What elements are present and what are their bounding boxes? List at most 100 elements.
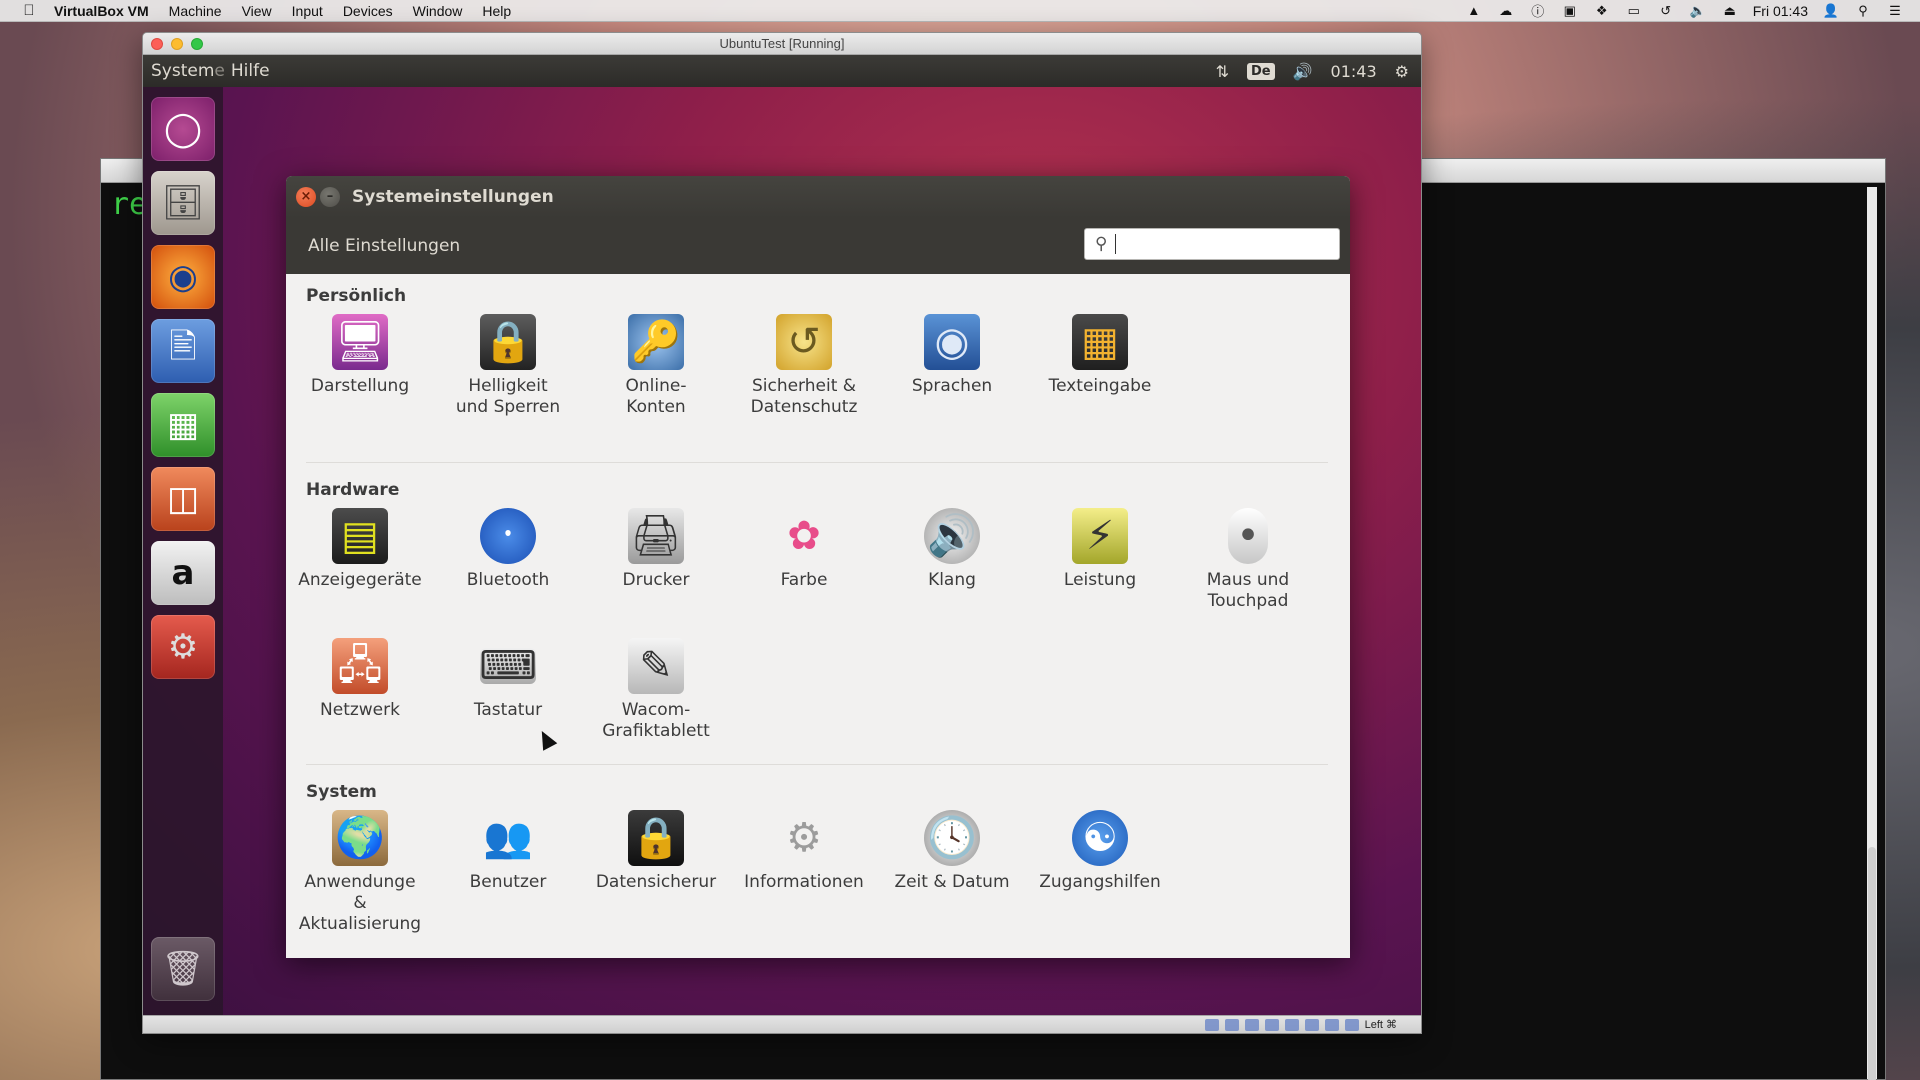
network-icon: 🖧 [332, 638, 388, 694]
firefox-icon[interactable]: ◉ [151, 245, 215, 309]
displays-icon: ▤ [332, 508, 388, 564]
settings-item-anwendungen[interactable]: 🌍 Anwendunge & Aktualisierung [286, 810, 434, 935]
settings-item-sprachen[interactable]: ◉ Sprachen [878, 314, 1026, 397]
settings-item-bluetooth[interactable]: ᛫ Bluetooth [434, 508, 582, 591]
settings-item-label: Online- Konten [625, 376, 687, 417]
screenshot-icon[interactable]: ▣ [1561, 3, 1579, 19]
hdd-status-icon[interactable] [1204, 1018, 1219, 1031]
apple-icon[interactable]:  [18, 2, 40, 19]
notification-center-icon[interactable]: ☰ [1886, 3, 1904, 19]
files-icon[interactable]: 🗄 [151, 171, 215, 235]
spotlight-search-icon[interactable]: ⚲ [1854, 3, 1872, 19]
cloud-icon[interactable]: ☁ [1497, 3, 1515, 19]
settings-item-zeit-datum[interactable]: 🕓 Zeit & Datum [878, 810, 1026, 893]
capture-status-icon[interactable] [1344, 1018, 1359, 1031]
user-icon[interactable]: 👤 [1822, 3, 1840, 19]
audio-status-icon[interactable] [1244, 1018, 1259, 1031]
section-title-system: System [306, 782, 377, 802]
settings-minimize-button[interactable]: – [320, 187, 340, 207]
settings-item-texteingabe[interactable]: ▦ Texteingabe [1026, 314, 1174, 397]
section-title-hardware: Hardware [306, 480, 400, 500]
settings-item-label: Zugangshilfen [1039, 872, 1161, 892]
settings-item-zugangshilfen[interactable]: ☯ Zugangshilfen [1026, 810, 1174, 893]
settings-item-online-konten[interactable]: 🔑 Online- Konten [582, 314, 730, 418]
network-updown-icon[interactable]: ⇅ [1216, 62, 1229, 81]
settings-item-drucker[interactable]: 🖨 Drucker [582, 508, 730, 591]
settings-search-input[interactable] [1115, 234, 1316, 254]
details-gear-icon: ⚙ [786, 814, 822, 861]
keyboard-layout-indicator[interactable]: De [1247, 62, 1275, 80]
panel-app-title[interactable]: Systeme [151, 61, 225, 81]
settings-item-benutzer[interactable]: 👥 Benutzer [434, 810, 582, 893]
zoom-window-button[interactable] [191, 38, 203, 50]
settings-item-datensicherung[interactable]: 🔒 Datensicherur [582, 810, 730, 893]
software-updates-icon: 🌍 [332, 810, 388, 866]
settings-item-netzwerk[interactable]: 🖧 Netzwerk [286, 638, 434, 721]
terminal-scrollbar[interactable] [1867, 187, 1877, 1080]
display-status-icon[interactable] [1324, 1018, 1339, 1031]
amazon-icon[interactable]: a [151, 541, 215, 605]
settings-item-tastatur[interactable]: ⌨ Tastatur [434, 638, 582, 721]
settings-item-label: Netzwerk [320, 700, 400, 720]
panel-menu-help[interactable]: Hilfe [231, 61, 270, 81]
close-window-button[interactable] [151, 38, 163, 50]
trash-icon[interactable]: 🗑 [151, 937, 215, 1001]
sound-indicator-icon[interactable]: 🔊 [1293, 62, 1313, 81]
settings-item-sicherheit[interactable]: ↺ Sicherheit & Datenschutz [730, 314, 878, 418]
settings-item-darstellung[interactable]: 🖥 Darstellung [286, 314, 434, 397]
shared-folders-status-icon[interactable] [1304, 1018, 1319, 1031]
settings-search-box[interactable]: ⚲ [1084, 228, 1340, 260]
drive-icon[interactable]: ▲ [1465, 3, 1483, 18]
session-gear-icon[interactable]: ⚙ [1395, 62, 1409, 81]
terminal-scroll-thumb[interactable] [1868, 847, 1876, 1080]
dropbox-icon[interactable]: ❖ [1593, 3, 1611, 19]
menu-input[interactable]: Input [292, 3, 323, 19]
settings-item-label: Farbe [780, 570, 828, 590]
airplay-icon[interactable]: ▭ [1625, 3, 1643, 19]
writer-icon[interactable]: 🖹 [151, 319, 215, 383]
impress-icon[interactable]: ◫ [151, 467, 215, 531]
eject-icon[interactable]: ⏏ [1721, 3, 1739, 19]
network-status-icon[interactable] [1264, 1018, 1279, 1031]
menu-window[interactable]: Window [413, 3, 463, 19]
menu-view[interactable]: View [242, 3, 272, 19]
calc-icon[interactable]: ▦ [151, 393, 215, 457]
settings-item-label: Klang [928, 570, 976, 590]
mouse-icon: • [1228, 508, 1268, 564]
bluetooth-icon: ᛫ [480, 508, 536, 564]
info-icon[interactable]: ⓘ [1529, 1, 1547, 20]
usb-status-icon[interactable] [1284, 1018, 1299, 1031]
ubuntu-dash-icon[interactable]: ◯ [151, 97, 215, 161]
menubar-clock[interactable]: Fri 01:43 [1753, 3, 1808, 19]
menu-devices[interactable]: Devices [343, 3, 393, 19]
settings-item-wacom[interactable]: ✎ Wacom- Grafiktablett [582, 638, 730, 742]
settings-item-anzeigegeraete[interactable]: ▤ Anzeigegeräte [286, 508, 434, 591]
settings-item-label: Helligkeit und Sperren [455, 376, 561, 417]
settings-item-klang[interactable]: 🔊 Klang [878, 508, 1026, 591]
panel-app-title-text: System [151, 61, 215, 81]
vbox-titlebar[interactable]: UbuntuTest [Running] [143, 33, 1421, 55]
volume-icon[interactable]: 🔈 [1689, 3, 1707, 19]
settings-item-maus[interactable]: • Maus und Touchpad [1174, 508, 1322, 612]
settings-item-informationen[interactable]: ⚙ Informationen [730, 810, 878, 893]
settings-item-leistung[interactable]: ⚡ Leistung [1026, 508, 1174, 591]
settings-item-helligkeit[interactable]: 🔒 Helligkeit und Sperren [434, 314, 582, 418]
settings-item-label: Texteingabe [1048, 376, 1152, 396]
menu-help[interactable]: Help [482, 3, 511, 19]
minimize-window-button[interactable] [171, 38, 183, 50]
settings-close-button[interactable]: × [296, 187, 316, 207]
vbox-window-title: UbuntuTest [Running] [719, 36, 845, 51]
optical-status-icon[interactable] [1224, 1018, 1239, 1031]
settings-item-farbe[interactable]: ✿ Farbe [730, 508, 878, 591]
time-machine-icon[interactable]: ↺ [1657, 3, 1675, 19]
text-entry-icon: ▦ [1072, 314, 1128, 370]
settings-titlebar[interactable]: × – Systemeinstellungen [286, 176, 1350, 218]
panel-clock[interactable]: 01:43 [1331, 62, 1377, 81]
all-settings-button[interactable]: Alle Einstellungen [300, 230, 468, 262]
menu-app-name[interactable]: VirtualBox VM [54, 3, 149, 19]
users-icon: 👥 [483, 814, 533, 861]
settings-item-label: Maus und Touchpad [1206, 570, 1290, 611]
system-settings-icon[interactable]: ⚙ [151, 615, 215, 679]
settings-item-label: Leistung [1063, 570, 1137, 590]
menu-machine[interactable]: Machine [169, 3, 222, 19]
